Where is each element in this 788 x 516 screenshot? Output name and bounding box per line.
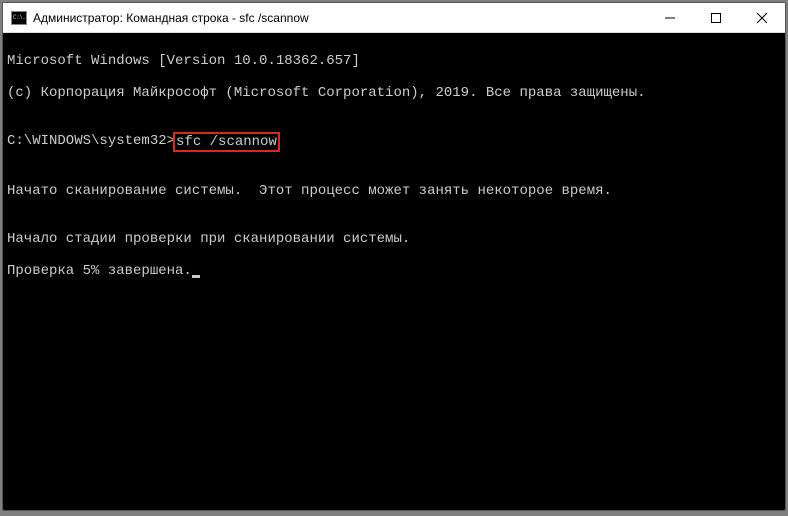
prompt-line: C:\WINDOWS\system32>sfc /scannow [7,133,781,151]
minimize-icon [665,13,675,23]
maximize-icon [711,13,721,23]
console-line: Начато сканирование системы. Этот процес… [7,183,781,199]
window-title: Администратор: Командная строка - sfc /s… [33,11,647,25]
console-line: Проверка 5% завершена. [7,263,781,279]
command-highlight: sfc /scannow [174,133,279,151]
console-line: (c) Корпорация Майкрософт (Microsoft Cor… [7,85,781,101]
maximize-button[interactable] [693,3,739,32]
close-icon [757,13,767,23]
cursor [192,275,200,278]
console-line: Microsoft Windows [Version 10.0.18362.65… [7,53,781,69]
command-prompt-window: C:\. Администратор: Командная строка - s… [2,2,786,511]
close-button[interactable] [739,3,785,32]
minimize-button[interactable] [647,3,693,32]
console-output[interactable]: Microsoft Windows [Version 10.0.18362.65… [3,33,785,510]
prompt-text: C:\WINDOWS\system32> [7,133,175,149]
progress-text: Проверка 5% завершена. [7,263,192,279]
console-line: Начало стадии проверки при сканировании … [7,231,781,247]
cmd-icon: C:\. [11,11,27,25]
window-controls [647,3,785,32]
titlebar[interactable]: C:\. Администратор: Командная строка - s… [3,3,785,33]
